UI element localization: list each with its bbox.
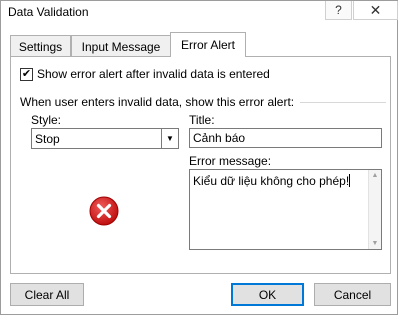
scroll-down-icon[interactable]: ▼ xyxy=(369,240,381,247)
stop-icon xyxy=(89,196,119,226)
cancel-label: Cancel xyxy=(333,287,372,302)
data-validation-dialog: Data Validation ? ✕ Settings Input Messa… xyxy=(0,0,398,315)
error-message-text: Kiểu dữ liệu không cho phép! xyxy=(193,174,351,188)
section-label: When user enters invalid data, show this… xyxy=(20,95,295,109)
style-label: Style: xyxy=(31,113,62,127)
tab-error-alert[interactable]: Error Alert xyxy=(170,32,246,57)
close-button[interactable]: ✕ xyxy=(353,1,398,20)
title-input[interactable]: Cảnh báo xyxy=(189,128,382,148)
section-heading: When user enters invalid data, show this… xyxy=(20,95,386,109)
error-message-textarea[interactable]: Kiểu dữ liệu không cho phép! ▲ ▼ xyxy=(189,169,382,250)
style-value: Stop xyxy=(35,132,60,146)
title-label: Title: xyxy=(189,113,215,127)
textarea-scrollbar[interactable]: ▲ ▼ xyxy=(368,170,381,249)
error-alert-panel: ✔ Show error alert after invalid data is… xyxy=(10,56,391,274)
show-alert-row[interactable]: ✔ Show error alert after invalid data is… xyxy=(20,67,270,81)
clear-all-button[interactable]: Clear All xyxy=(10,283,84,306)
ok-label: OK xyxy=(258,287,277,302)
error-message-label: Error message: xyxy=(189,154,272,168)
title-bar: Data Validation ? ✕ xyxy=(1,1,398,25)
section-divider xyxy=(300,101,386,103)
cancel-button[interactable]: Cancel xyxy=(314,283,391,306)
ok-button[interactable]: OK xyxy=(231,283,304,306)
tab-settings[interactable]: Settings xyxy=(10,35,71,57)
chevron-down-icon[interactable]: ▼ xyxy=(161,129,178,148)
tab-input-message[interactable]: Input Message xyxy=(71,35,171,57)
scroll-up-icon[interactable]: ▲ xyxy=(369,172,381,179)
show-alert-checkbox[interactable]: ✔ xyxy=(20,67,33,81)
help-button[interactable]: ? xyxy=(325,1,352,20)
style-dropdown[interactable]: Stop ▼ xyxy=(31,128,179,149)
clear-all-label: Clear All xyxy=(24,287,70,302)
show-alert-label: Show error alert after invalid data is e… xyxy=(37,67,270,81)
window-title: Data Validation xyxy=(8,5,89,19)
